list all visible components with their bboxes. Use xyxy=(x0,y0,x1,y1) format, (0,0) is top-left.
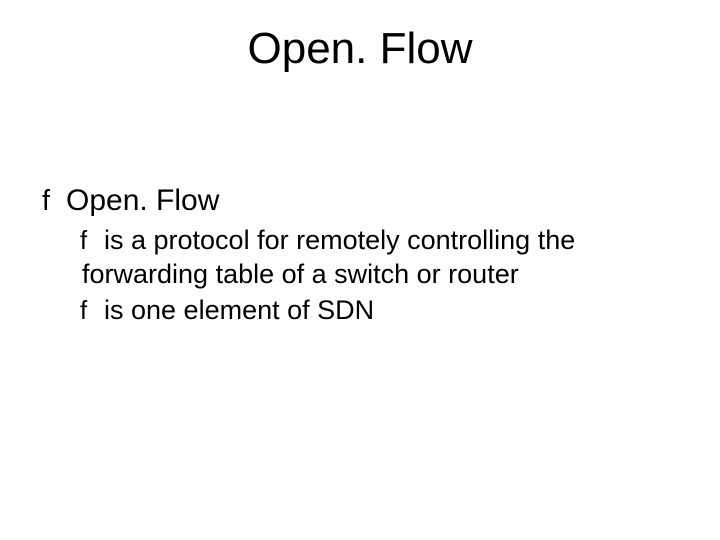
bullet-level1: fOpen. Flow xyxy=(44,184,680,218)
bullet-level2: fis a protocol for remotely controlling … xyxy=(82,224,680,292)
bullet-level2-text: is a protocol for remotely controlling t… xyxy=(82,225,575,289)
bullet-icon: f xyxy=(80,295,104,327)
bullet-level2: fis one element of SDN xyxy=(82,294,680,328)
bullet-icon: f xyxy=(80,225,104,257)
bullet-level1-text: Open. Flow xyxy=(66,184,219,217)
slide-title: Open. Flow xyxy=(40,24,680,74)
slide: Open. Flow fOpen. Flow fis a protocol fo… xyxy=(0,0,720,540)
bullet-level2-text: is one element of SDN xyxy=(104,295,374,325)
bullet-icon: f xyxy=(42,185,66,218)
